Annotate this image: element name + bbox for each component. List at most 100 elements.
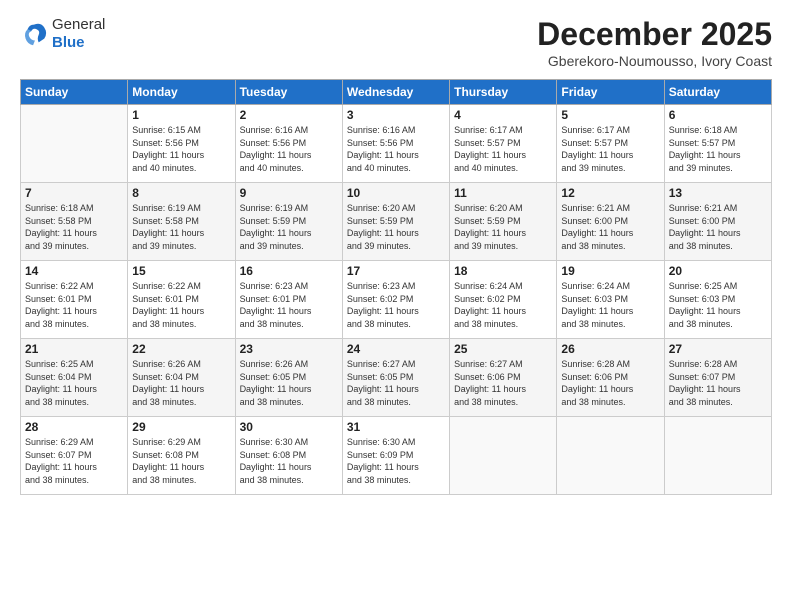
day-cell: 1 Sunrise: 6:15 AM Sunset: 5:56 PM Daylig… [128, 105, 235, 183]
day-cell [557, 417, 664, 495]
logo-blue: Blue [52, 34, 85, 51]
day-cell: 8Sunrise: 6:19 AM Sunset: 5:58 PM Daylig… [128, 183, 235, 261]
day-info: Sunrise: 6:27 AM Sunset: 6:05 PM Dayligh… [347, 358, 445, 408]
day-info: Sunrise: 6:19 AM Sunset: 5:59 PM Dayligh… [240, 202, 338, 252]
day-cell: 7Sunrise: 6:18 AM Sunset: 5:58 PM Daylig… [21, 183, 128, 261]
day-cell: 14 Sunrise: 6:22 AM Sunset: 6:01 PM Dayli… [21, 261, 128, 339]
day-number: 23 [240, 342, 338, 356]
day-cell: 19 Sunrise: 6:24 AM Sunset: 6:03 PM Dayli… [557, 261, 664, 339]
day-info: Sunrise: 6:23 AM Sunset: 6:02 PM Dayligh… [347, 280, 445, 330]
day-number: 26 [561, 342, 659, 356]
logo-general: General [52, 16, 105, 33]
header: General Blue December 2025 Gberekoro-Nou… [20, 16, 772, 69]
day-number: 13 [669, 186, 767, 200]
day-info: Sunrise: 6:27 AM Sunset: 6:06 PM Dayligh… [454, 358, 552, 408]
week-row-2: 14 Sunrise: 6:22 AM Sunset: 6:01 PM Dayli… [21, 261, 772, 339]
day-cell: 20 Sunrise: 6:25 AM Sunset: 6:03 PM Dayli… [664, 261, 771, 339]
day-cell: 23 Sunrise: 6:26 AM Sunset: 6:05 PM Dayli… [235, 339, 342, 417]
day-info: Sunrise: 6:22 AM Sunset: 6:01 PM Dayligh… [132, 280, 230, 330]
day-info: Sunrise: 6:25 AM Sunset: 6:04 PM Dayligh… [25, 358, 123, 408]
day-cell: 31 Sunrise: 6:30 AM Sunset: 6:09 PM Dayli… [342, 417, 449, 495]
col-tuesday: Tuesday [235, 80, 342, 105]
day-cell: 29 Sunrise: 6:29 AM Sunset: 6:08 PM Dayli… [128, 417, 235, 495]
day-number: 25 [454, 342, 552, 356]
day-number: 16 [240, 264, 338, 278]
col-monday: Monday [128, 80, 235, 105]
day-info: Sunrise: 6:24 AM Sunset: 6:03 PM Dayligh… [561, 280, 659, 330]
day-cell: 26 Sunrise: 6:28 AM Sunset: 6:06 PM Dayli… [557, 339, 664, 417]
day-cell: 16 Sunrise: 6:23 AM Sunset: 6:01 PM Dayli… [235, 261, 342, 339]
day-cell: 17 Sunrise: 6:23 AM Sunset: 6:02 PM Dayli… [342, 261, 449, 339]
day-cell: 21 Sunrise: 6:25 AM Sunset: 6:04 PM Dayli… [21, 339, 128, 417]
day-cell [21, 105, 128, 183]
day-cell: 22 Sunrise: 6:26 AM Sunset: 6:04 PM Dayli… [128, 339, 235, 417]
day-info: Sunrise: 6:28 AM Sunset: 6:07 PM Dayligh… [669, 358, 767, 408]
day-cell: 12Sunrise: 6:21 AM Sunset: 6:00 PM Dayli… [557, 183, 664, 261]
day-number: 27 [669, 342, 767, 356]
header-row: Sunday Monday Tuesday Wednesday Thursday… [21, 80, 772, 105]
week-row-3: 21 Sunrise: 6:25 AM Sunset: 6:04 PM Dayli… [21, 339, 772, 417]
day-number: 19 [561, 264, 659, 278]
day-cell: 24Sunrise: 6:27 AM Sunset: 6:05 PM Dayli… [342, 339, 449, 417]
col-wednesday: Wednesday [342, 80, 449, 105]
day-number: 11 [454, 186, 552, 200]
day-info: Sunrise: 6:29 AM Sunset: 6:08 PM Dayligh… [132, 436, 230, 486]
day-info: Sunrise: 6:26 AM Sunset: 6:04 PM Dayligh… [132, 358, 230, 408]
day-info: Sunrise: 6:17 AM Sunset: 5:57 PM Dayligh… [561, 124, 659, 174]
day-cell: 5 Sunrise: 6:17 AM Sunset: 5:57 PM Daylig… [557, 105, 664, 183]
day-number: 5 [561, 108, 659, 122]
day-number: 21 [25, 342, 123, 356]
day-info: Sunrise: 6:30 AM Sunset: 6:08 PM Dayligh… [240, 436, 338, 486]
logo-icon [20, 20, 48, 48]
day-cell: 13Sunrise: 6:21 AM Sunset: 6:00 PM Dayli… [664, 183, 771, 261]
day-cell: 28 Sunrise: 6:29 AM Sunset: 6:07 PM Dayli… [21, 417, 128, 495]
day-cell: 6 Sunrise: 6:18 AM Sunset: 5:57 PM Daylig… [664, 105, 771, 183]
day-number: 15 [132, 264, 230, 278]
day-number: 29 [132, 420, 230, 434]
month-title: December 2025 [537, 16, 772, 53]
logo: General Blue [20, 16, 105, 52]
day-info: Sunrise: 6:16 AM Sunset: 5:56 PM Dayligh… [240, 124, 338, 174]
day-number: 6 [669, 108, 767, 122]
calendar: Sunday Monday Tuesday Wednesday Thursday… [20, 79, 772, 495]
day-cell [450, 417, 557, 495]
day-info: Sunrise: 6:17 AM Sunset: 5:57 PM Dayligh… [454, 124, 552, 174]
day-info: Sunrise: 6:22 AM Sunset: 6:01 PM Dayligh… [25, 280, 123, 330]
day-info: Sunrise: 6:24 AM Sunset: 6:02 PM Dayligh… [454, 280, 552, 330]
day-number: 18 [454, 264, 552, 278]
day-number: 12 [561, 186, 659, 200]
day-number: 31 [347, 420, 445, 434]
day-number: 3 [347, 108, 445, 122]
day-info: Sunrise: 6:28 AM Sunset: 6:06 PM Dayligh… [561, 358, 659, 408]
calendar-body: 1 Sunrise: 6:15 AM Sunset: 5:56 PM Daylig… [21, 105, 772, 495]
logo-text: General Blue [52, 16, 105, 52]
day-info: Sunrise: 6:23 AM Sunset: 6:01 PM Dayligh… [240, 280, 338, 330]
day-number: 28 [25, 420, 123, 434]
day-number: 7 [25, 186, 123, 200]
day-cell: 3 Sunrise: 6:16 AM Sunset: 5:56 PM Daylig… [342, 105, 449, 183]
day-cell: 10Sunrise: 6:20 AM Sunset: 5:59 PM Dayli… [342, 183, 449, 261]
day-number: 14 [25, 264, 123, 278]
day-cell: 30Sunrise: 6:30 AM Sunset: 6:08 PM Dayli… [235, 417, 342, 495]
day-cell: 18 Sunrise: 6:24 AM Sunset: 6:02 PM Dayli… [450, 261, 557, 339]
day-info: Sunrise: 6:19 AM Sunset: 5:58 PM Dayligh… [132, 202, 230, 252]
day-info: Sunrise: 6:15 AM Sunset: 5:56 PM Dayligh… [132, 124, 230, 174]
day-number: 9 [240, 186, 338, 200]
day-info: Sunrise: 6:30 AM Sunset: 6:09 PM Dayligh… [347, 436, 445, 486]
day-number: 17 [347, 264, 445, 278]
day-cell: 11Sunrise: 6:20 AM Sunset: 5:59 PM Dayli… [450, 183, 557, 261]
day-info: Sunrise: 6:29 AM Sunset: 6:07 PM Dayligh… [25, 436, 123, 486]
day-info: Sunrise: 6:25 AM Sunset: 6:03 PM Dayligh… [669, 280, 767, 330]
day-info: Sunrise: 6:20 AM Sunset: 5:59 PM Dayligh… [347, 202, 445, 252]
day-cell [664, 417, 771, 495]
day-number: 1 [132, 108, 230, 122]
location: Gberekoro-Noumousso, Ivory Coast [537, 53, 772, 69]
title-block: December 2025 Gberekoro-Noumousso, Ivory… [537, 16, 772, 69]
day-number: 20 [669, 264, 767, 278]
day-info: Sunrise: 6:18 AM Sunset: 5:57 PM Dayligh… [669, 124, 767, 174]
day-number: 22 [132, 342, 230, 356]
day-info: Sunrise: 6:26 AM Sunset: 6:05 PM Dayligh… [240, 358, 338, 408]
week-row-1: 7Sunrise: 6:18 AM Sunset: 5:58 PM Daylig… [21, 183, 772, 261]
page: General Blue December 2025 Gberekoro-Nou… [0, 0, 792, 612]
day-info: Sunrise: 6:16 AM Sunset: 5:56 PM Dayligh… [347, 124, 445, 174]
